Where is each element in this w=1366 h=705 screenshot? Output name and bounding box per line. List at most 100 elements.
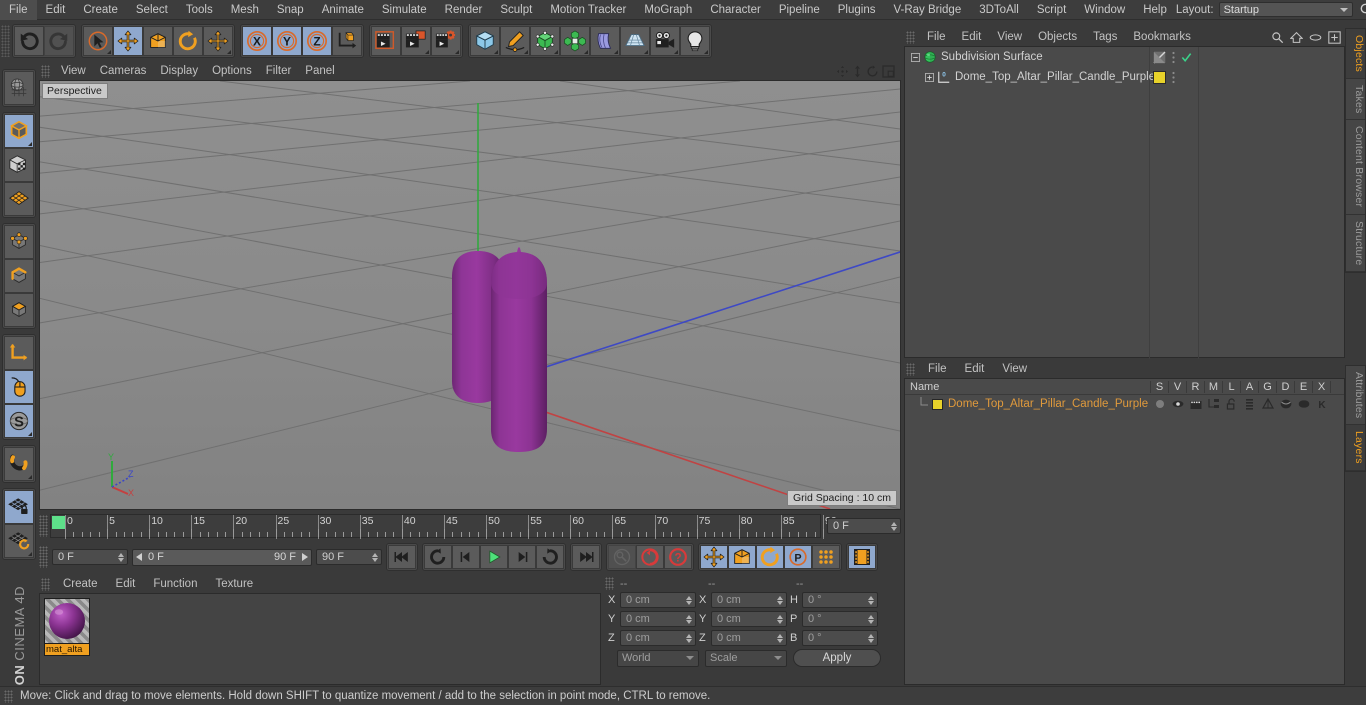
- max-frame-field[interactable]: 90 F: [316, 549, 382, 565]
- menu-create[interactable]: Create: [74, 0, 127, 20]
- coordinates-rotation-field[interactable]: 0 °: [802, 611, 878, 627]
- dock-tab-layers[interactable]: Layers: [1346, 425, 1365, 472]
- render-view-button[interactable]: [371, 26, 401, 56]
- menu-motion-tracker[interactable]: Motion Tracker: [541, 0, 635, 20]
- record-parameter-button[interactable]: [812, 545, 840, 569]
- record-key-button[interactable]: [608, 545, 636, 569]
- search-icon[interactable]: [1271, 31, 1284, 44]
- autokeying-button[interactable]: [636, 545, 664, 569]
- spinner-icon[interactable]: [116, 552, 125, 562]
- layer-column-a[interactable]: A: [1241, 380, 1259, 393]
- coordinates-position-field[interactable]: 0 cm: [620, 611, 696, 627]
- layer-column-s[interactable]: S: [1151, 380, 1169, 393]
- layer-column-v[interactable]: V: [1169, 380, 1187, 393]
- coordinates-position-field[interactable]: 0 cm: [620, 630, 696, 646]
- object-manager-body[interactable]: Subdivision Surface 0 Dome_Top_Altar_Pilla…: [904, 46, 1345, 359]
- subdivision-surface-icon[interactable]: [923, 50, 937, 64]
- dolly-icon[interactable]: [852, 65, 863, 78]
- world-object-coord-button[interactable]: [332, 26, 362, 56]
- popup-corner-icon[interactable]: [644, 50, 648, 54]
- preview-range-slider[interactable]: 0 F 90 F: [132, 548, 312, 566]
- popup-corner-icon[interactable]: [28, 432, 32, 436]
- render-region-button[interactable]: [401, 26, 431, 56]
- perspective-viewport[interactable]: Perspective Y X Z Grid Spacing: 10 cm: [39, 80, 901, 510]
- spinner-icon[interactable]: [889, 521, 898, 531]
- menu-render[interactable]: Render: [436, 0, 492, 20]
- popup-corner-icon[interactable]: [584, 50, 588, 54]
- polygon-object-icon[interactable]: 0: [937, 70, 951, 84]
- menu-pipeline[interactable]: Pipeline: [770, 0, 829, 20]
- transport-grip[interactable]: [39, 546, 48, 568]
- menu-file[interactable]: File: [0, 0, 37, 20]
- home-icon[interactable]: [1290, 31, 1303, 44]
- object-row[interactable]: 0 Dome_Top_Altar_Pillar_Candle_Purple: [905, 67, 1344, 87]
- spinner-icon[interactable]: [370, 552, 379, 562]
- layer-manager-body[interactable]: Name S V R M L A G D E X Dome_Top_Altar_Pillar_Can…: [904, 378, 1345, 685]
- layer-color-swatch[interactable]: [932, 398, 943, 410]
- material-manager-grip[interactable]: [41, 577, 50, 591]
- workplane-rotate-button[interactable]: [4, 524, 34, 558]
- spinner-icon[interactable]: [775, 595, 784, 605]
- transform-mode-dropdown[interactable]: Scale: [705, 649, 787, 667]
- magnet-tool-button[interactable]: [4, 447, 34, 481]
- plus-box-icon[interactable]: [1328, 30, 1341, 44]
- spinner-icon[interactable]: [684, 595, 693, 605]
- layer-menu-file[interactable]: File: [919, 360, 956, 378]
- object-menu-objects[interactable]: Objects: [1030, 28, 1085, 46]
- layer-menu-view[interactable]: View: [993, 360, 1036, 378]
- move-tool[interactable]: [113, 26, 143, 56]
- layer-column-g[interactable]: G: [1259, 380, 1277, 393]
- lock-z-axis-button[interactable]: Z: [302, 26, 332, 56]
- ellipse-icon[interactable]: [1309, 31, 1322, 44]
- timeline-ruler[interactable]: 051015202530354045505560657075808590: [50, 514, 837, 539]
- menu-v-ray-bridge[interactable]: V-Ray Bridge: [884, 0, 970, 20]
- maximize-viewport-icon[interactable]: [882, 64, 895, 78]
- menu-3dtoall[interactable]: 3DToAll: [970, 0, 1028, 20]
- object-row[interactable]: Subdivision Surface: [905, 47, 1344, 67]
- yellow-layer-tag-icon[interactable]: [1153, 70, 1166, 84]
- expand-toggle-icon[interactable]: [925, 72, 934, 82]
- candle-object-render[interactable]: [480, 247, 570, 459]
- spinner-icon[interactable]: [684, 614, 693, 624]
- dock-tab-content-browser[interactable]: Content Browser: [1346, 120, 1365, 215]
- record-scale-button[interactable]: [728, 545, 756, 569]
- layer-column-name[interactable]: Name: [905, 380, 1151, 393]
- go-to-end-button[interactable]: [572, 545, 600, 569]
- popup-corner-icon[interactable]: [455, 50, 459, 54]
- menu-plugins[interactable]: Plugins: [829, 0, 885, 20]
- coordinates-grip[interactable]: [605, 577, 614, 590]
- viewport-menu-panel[interactable]: Panel: [298, 62, 341, 80]
- coordinates-rotation-field[interactable]: 0 °: [802, 592, 878, 608]
- material-name[interactable]: mat_alta: [44, 644, 90, 656]
- menu-sculpt[interactable]: Sculpt: [491, 0, 541, 20]
- menu-window[interactable]: Window: [1075, 0, 1134, 20]
- object-menu-file[interactable]: File: [919, 28, 954, 46]
- manager-tree-icon[interactable]: [1207, 398, 1221, 410]
- menu-mograph[interactable]: MoGraph: [635, 0, 701, 20]
- timeline-current-frame-field[interactable]: 0 F: [827, 518, 901, 534]
- undo-button[interactable]: [14, 26, 44, 56]
- viewport-interaction-button[interactable]: [4, 370, 34, 404]
- enable-snap-button[interactable]: S: [4, 404, 34, 438]
- next-frame-button[interactable]: [508, 545, 536, 569]
- layer-menu-edit[interactable]: Edit: [956, 360, 994, 378]
- popup-corner-icon[interactable]: [28, 552, 32, 556]
- coordinates-rotation-field[interactable]: 0 °: [802, 630, 878, 646]
- layer-row[interactable]: Dome_Top_Altar_Pillar_Candle_Purple K: [905, 395, 1344, 413]
- apply-button[interactable]: Apply: [793, 649, 881, 667]
- coordinate-system-dropdown[interactable]: World: [617, 649, 699, 667]
- object-name[interactable]: Dome_Top_Altar_Pillar_Candle_Purple: [955, 71, 1155, 83]
- layer-column-m[interactable]: M: [1205, 380, 1223, 393]
- previous-key-button[interactable]: [424, 545, 452, 569]
- xref-k-icon[interactable]: K: [1315, 398, 1329, 410]
- workplane-button[interactable]: [4, 182, 34, 216]
- rotate-tool[interactable]: [173, 26, 203, 56]
- layer-column-d[interactable]: D: [1277, 380, 1295, 393]
- add-deformer-button[interactable]: [590, 26, 620, 56]
- popup-corner-icon[interactable]: [425, 50, 429, 54]
- viewport-menu-filter[interactable]: Filter: [259, 62, 299, 80]
- redo-button[interactable]: [44, 26, 74, 56]
- keyframe-selection-button[interactable]: ?: [664, 545, 692, 569]
- menu-script[interactable]: Script: [1028, 0, 1075, 20]
- coordinates-size-field[interactable]: 0 cm: [711, 592, 787, 608]
